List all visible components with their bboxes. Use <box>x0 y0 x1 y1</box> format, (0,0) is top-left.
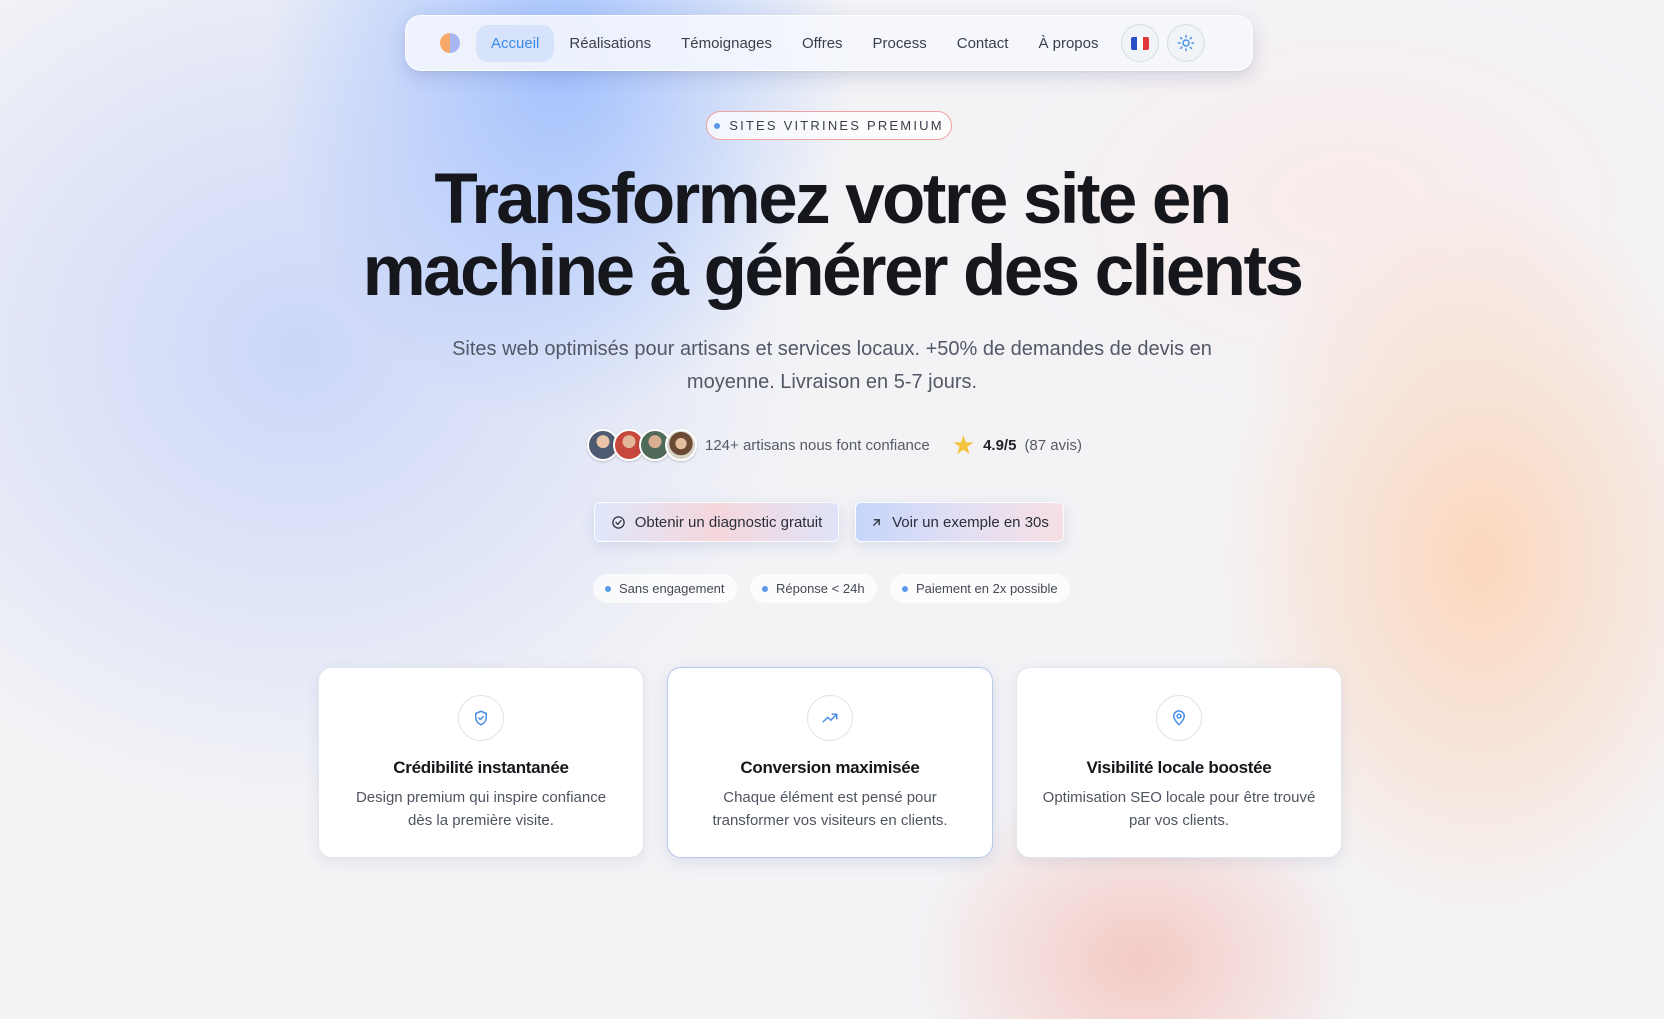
card-icon-wrapper <box>807 695 853 741</box>
avatar <box>665 429 697 461</box>
pill-dot <box>605 585 611 592</box>
badge-dot <box>714 122 721 129</box>
nav-item-contact[interactable]: Contact <box>942 25 1024 62</box>
trust-text: 124+ artisans nous font confiance <box>705 436 930 454</box>
card-icon-wrapper <box>1156 695 1202 741</box>
nav-item-offres[interactable]: Offres <box>787 25 858 62</box>
diagnostic-cta-button[interactable]: Obtenir un diagnostic gratuit <box>594 502 839 542</box>
trending-up-icon <box>822 713 838 723</box>
headline-line-2: machine à générer des clients <box>362 232 1304 311</box>
nav-item-temoignages[interactable]: Témoignages <box>666 25 787 62</box>
pill-label: Paiement en 2x possible <box>916 581 1058 596</box>
nav-item-process[interactable]: Process <box>858 25 942 62</box>
hero-subtitle: Sites web optimisés pour artisans et ser… <box>452 338 1212 393</box>
logo[interactable] <box>440 33 460 53</box>
card-description: Design premium qui inspire confiance dès… <box>355 789 607 829</box>
pill-dot <box>902 585 908 592</box>
pill-label: Réponse < 24h <box>776 581 865 596</box>
pill-no-commitment: Sans engagement <box>593 574 737 603</box>
badge-label: SITES VITRINES PREMIUM <box>729 118 944 133</box>
star-icon: ★ <box>951 430 976 460</box>
map-pin-icon <box>1173 710 1185 726</box>
hero-badge: SITES VITRINES PREMIUM <box>706 111 952 140</box>
card-description: Chaque élément est pensé pour transforme… <box>712 789 948 829</box>
pill-label: Sans engagement <box>619 581 725 596</box>
arrow-up-right-icon <box>873 518 880 526</box>
shield-check-icon <box>475 710 487 726</box>
review-count: (87 avis) <box>1024 436 1082 454</box>
example-cta-label: Voir un exemple en 30s <box>892 513 1049 531</box>
nav-item-a-propos[interactable]: À propos <box>1023 25 1113 62</box>
card-description: Optimisation SEO locale pour être trouvé… <box>1042 789 1316 829</box>
card-icon-wrapper <box>458 695 504 741</box>
theme-toggle-button[interactable] <box>1167 24 1206 62</box>
rating-score: 4.9/5 <box>983 436 1017 454</box>
card-title: Crédibilité instantanée <box>393 758 569 777</box>
feature-card-credibility: Crédibilité instantanée Design premium q… <box>318 667 644 858</box>
pill-response-time: Réponse < 24h <box>750 574 877 603</box>
pill-payment: Paiement en 2x possible <box>890 574 1070 603</box>
card-title: Visibilité locale boostée <box>1086 758 1272 777</box>
feature-card-visibility: Visibilité locale boostée Optimisation S… <box>1016 667 1342 858</box>
feature-card-conversion: Conversion maximisée Chaque élément est … <box>667 667 993 858</box>
social-proof: 124+ artisans nous font confiance ★ 4.9/… <box>587 428 1082 462</box>
language-button[interactable] <box>1121 24 1160 62</box>
avatar-group <box>587 429 697 461</box>
hero-headline: Transformez votre site en machine à géné… <box>232 164 1432 308</box>
france-flag-icon <box>1131 36 1150 50</box>
top-navbar: Accueil Réalisations Témoignages Offres … <box>405 15 1253 71</box>
card-title: Conversion maximisée <box>740 758 920 777</box>
example-cta-button[interactable]: Voir un exemple en 30s <box>855 502 1064 542</box>
pill-dot <box>762 585 768 592</box>
nav-item-realisations[interactable]: Réalisations <box>554 25 666 62</box>
check-circle-icon <box>611 515 625 529</box>
headline-line-1: Transformez votre site en <box>434 160 1232 239</box>
nav-item-accueil[interactable]: Accueil <box>476 24 555 62</box>
sun-icon <box>1178 34 1195 52</box>
diagnostic-cta-label: Obtenir un diagnostic gratuit <box>634 513 823 531</box>
